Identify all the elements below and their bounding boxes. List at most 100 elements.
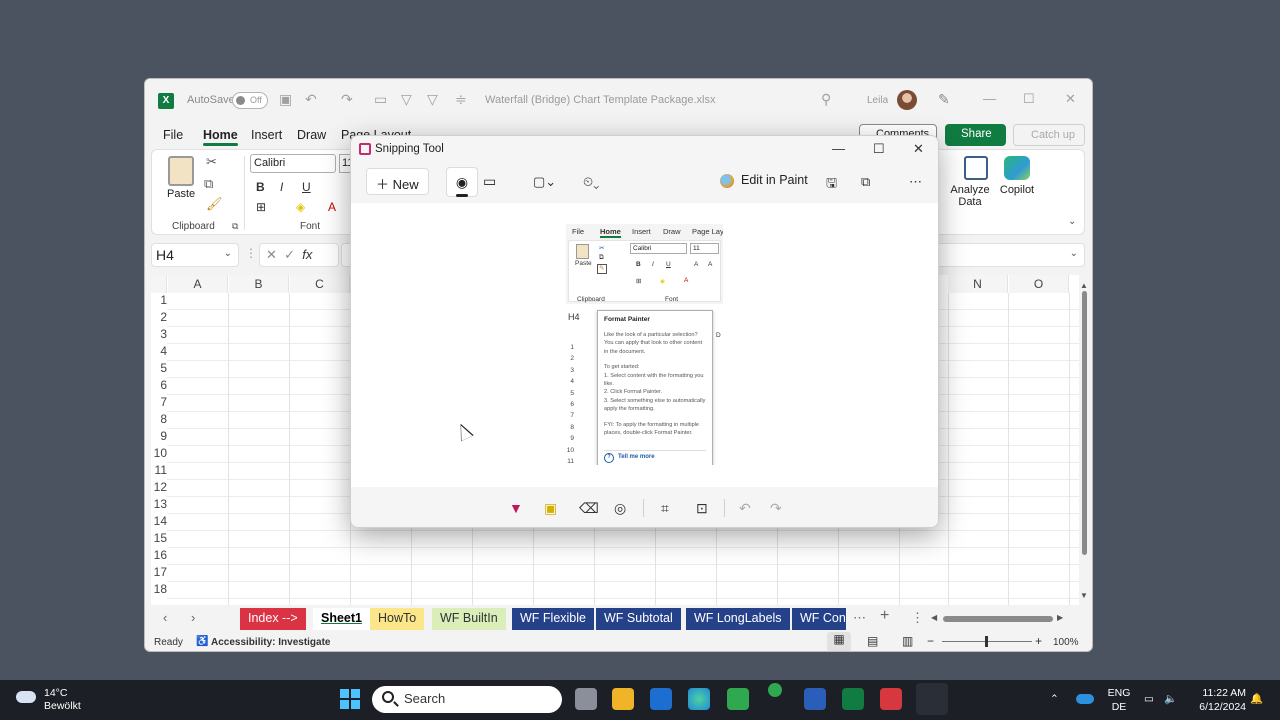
zoom-out-icon[interactable]: − — [927, 634, 934, 648]
edge-icon[interactable] — [688, 688, 710, 710]
column-header[interactable]: O — [1009, 275, 1069, 293]
save-icon[interactable]: 🖫 — [826, 174, 837, 196]
autosave-toggle[interactable]: Off — [232, 92, 268, 109]
row-header[interactable]: 3 — [151, 327, 167, 344]
avatar[interactable] — [897, 90, 917, 110]
sheet-tab-wf-con[interactable]: WF Con — [792, 608, 846, 630]
word-icon[interactable] — [804, 688, 826, 710]
row-header[interactable]: 15 — [151, 531, 167, 548]
copilot-icon[interactable] — [1004, 156, 1030, 180]
snip-shape-icon[interactable]: ▢⌄ — [533, 174, 556, 190]
notification-bell-icon[interactable]: 🔔 — [1250, 692, 1263, 706]
row-header[interactable]: 16 — [151, 548, 167, 565]
paste-label[interactable]: Paste — [167, 188, 195, 200]
underline-button[interactable]: U — [302, 180, 311, 194]
qat-more-icon[interactable]: ≑ — [455, 91, 467, 108]
catch-up-button[interactable]: Catch up — [1013, 124, 1085, 146]
row-header[interactable]: 6 — [151, 378, 167, 395]
accessibility-status[interactable]: Accessibility: Investigate — [211, 637, 331, 648]
vertical-scrollbar[interactable]: ▲ ▼ — [1079, 281, 1091, 603]
row-header[interactable]: 17 — [151, 565, 167, 582]
accessibility-icon[interactable]: ♿ — [196, 636, 208, 647]
search-icon[interactable]: ⚲ — [821, 91, 831, 108]
sheet-tab-wf-subtotal[interactable]: WF Subtotal — [596, 608, 681, 630]
pen-icon[interactable]: ▼ — [509, 500, 523, 516]
sheet-tab-wf-longlabels[interactable]: WF LongLabels — [686, 608, 790, 630]
scroll-left-icon[interactable]: ◀ — [931, 613, 937, 622]
maximize-icon[interactable]: ☐ — [873, 141, 885, 157]
fx-icon[interactable]: fx — [302, 247, 312, 262]
share-button[interactable]: Share — [945, 124, 1006, 146]
tray-overflow-icon[interactable]: ⌃ — [1050, 692, 1059, 706]
minimize-icon[interactable]: — — [983, 91, 996, 106]
camtasia-icon[interactable] — [727, 688, 749, 710]
task-view-icon[interactable] — [575, 688, 597, 710]
new-snip-button[interactable]: ＋ New — [366, 168, 429, 195]
volume-icon[interactable]: 🔈 — [1164, 692, 1177, 706]
close-icon[interactable]: ✕ — [913, 141, 924, 157]
scroll-down-icon[interactable]: ▼ — [1080, 591, 1088, 600]
zoom-level[interactable]: 100% — [1053, 637, 1079, 648]
zoom-slider-thumb[interactable] — [985, 636, 988, 647]
expand-formula-icon[interactable]: ⌄ — [1070, 248, 1078, 259]
filter-icon[interactable]: ▽ — [401, 91, 412, 108]
row-header[interactable]: 18 — [151, 582, 167, 599]
windows-start-icon[interactable] — [340, 689, 360, 709]
row-header[interactable]: 13 — [151, 497, 167, 514]
taskbar-search[interactable]: Search — [372, 686, 562, 713]
horizontal-scrollbar[interactable]: ◀ ▶ — [931, 613, 1063, 625]
row-header[interactable]: 1 — [151, 293, 167, 310]
maximize-icon[interactable]: ☐ — [1023, 91, 1035, 107]
bold-button[interactable]: B — [256, 180, 265, 194]
row-header[interactable]: 7 — [151, 395, 167, 412]
undo-icon[interactable]: ↶ — [739, 500, 751, 517]
undo-icon[interactable]: ↶ — [305, 91, 317, 108]
add-sheet-icon[interactable]: + — [880, 607, 889, 625]
row-header[interactable]: 5 — [151, 361, 167, 378]
app-check-icon[interactable] — [768, 683, 782, 697]
enter-icon[interactable]: ✓ — [284, 247, 295, 262]
copy-icon[interactable]: ⧉ — [861, 174, 870, 190]
fill-color-icon[interactable]: ◈ — [296, 200, 305, 214]
document-title[interactable]: Waterfall (Bridge) Chart Template Packag… — [485, 94, 715, 106]
clear-filter-icon[interactable]: ▽ — [427, 91, 438, 108]
pen-icon[interactable]: ✎ — [938, 91, 950, 108]
sheet-prev-icon[interactable]: ‹ — [163, 610, 167, 625]
row-header[interactable]: 9 — [151, 429, 167, 446]
page-break-view-icon[interactable]: ▥ — [902, 634, 913, 648]
delay-timer-icon[interactable]: ⏲⌄ — [583, 174, 599, 190]
crop-icon[interactable]: ⌗ — [661, 500, 669, 517]
cut-icon[interactable]: ✂ — [206, 154, 217, 170]
borders-icon[interactable]: ⊞ — [256, 200, 266, 214]
analyze-data-icon[interactable] — [964, 156, 988, 180]
font-name-select[interactable]: Calibri — [250, 154, 336, 173]
format-painter-icon[interactable]: 🖌 — [206, 196, 223, 212]
video-icon[interactable]: ▭ — [483, 173, 496, 190]
select-all-corner[interactable] — [151, 275, 167, 293]
ribbon-collapse-icon[interactable]: ⌄ — [1068, 216, 1076, 227]
file-explorer-icon[interactable] — [612, 688, 634, 710]
tab-draw[interactable]: Draw — [297, 128, 326, 142]
row-header[interactable]: 8 — [151, 412, 167, 429]
sheet-tab-index[interactable]: Index --> — [240, 608, 306, 630]
snip-canvas[interactable]: File Home Insert Draw Page Lay Paste ✂ ⧉… — [351, 203, 938, 487]
clipboard-launcher-icon[interactable]: ⧉ — [232, 221, 238, 232]
row-header[interactable]: 11 — [151, 463, 167, 480]
text-actions-icon[interactable]: ⊡ — [696, 500, 708, 517]
redo-icon[interactable]: ↷ — [341, 91, 353, 108]
cancel-icon[interactable]: ✕ — [266, 247, 277, 262]
outlook-icon[interactable] — [650, 688, 672, 710]
sheet-tab-wf-flexible[interactable]: WF Flexible — [512, 608, 594, 630]
italic-button[interactable]: I — [280, 180, 283, 194]
sheet-options-icon[interactable]: ⋮ — [911, 610, 924, 626]
copy-icon[interactable]: ⧉ — [204, 176, 213, 192]
recorder-icon[interactable] — [880, 688, 902, 710]
minimize-icon[interactable]: — — [832, 141, 845, 156]
scrollbar-thumb[interactable] — [1082, 291, 1087, 555]
row-header[interactable]: 2 — [151, 310, 167, 327]
paint-icon[interactable] — [720, 174, 734, 188]
page-layout-view-icon[interactable]: ▤ — [867, 634, 878, 648]
snipping-taskbar-icon[interactable] — [916, 683, 948, 715]
tab-file[interactable]: File — [163, 128, 183, 142]
more-options-icon[interactable]: ⋯ — [909, 174, 922, 190]
